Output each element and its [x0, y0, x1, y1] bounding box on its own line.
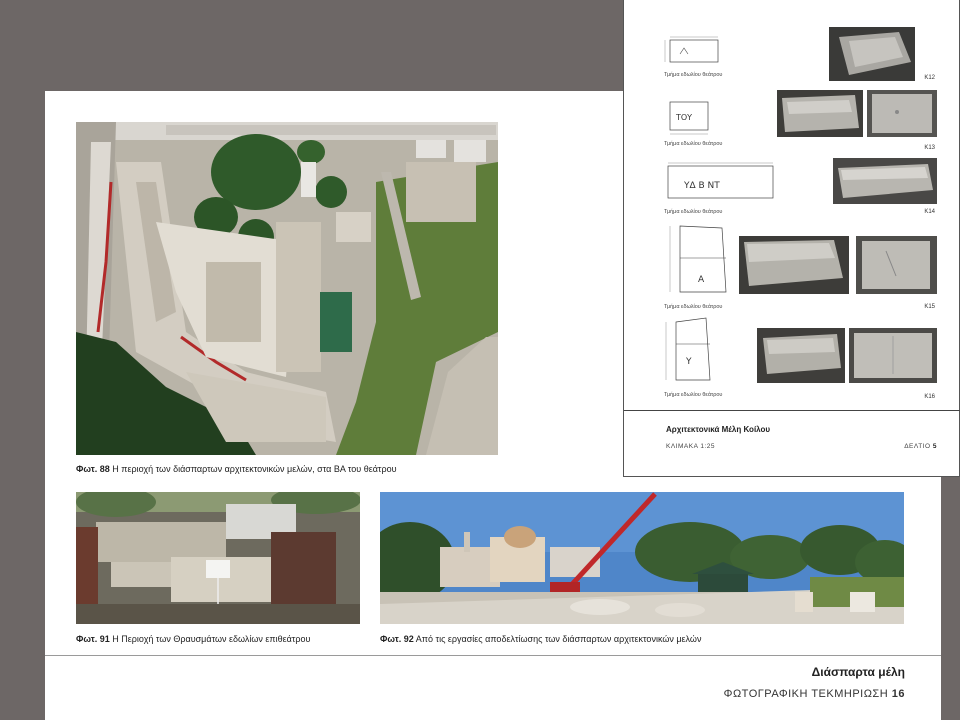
- row-code-k16: Κ16: [924, 394, 935, 400]
- sketch-k14: ΥΔ Β ΝΤ: [662, 160, 782, 204]
- caption-text: Η Περιοχή των Θραυσμάτων εδωλίων επιθεάτ…: [112, 634, 311, 644]
- footer-subtitle: ΦΩΤΟΓΡΑΦΙΚΗ ΤΕΚΜΗΡΙΩΣΗ 16: [724, 688, 905, 700]
- thumb-k14-a: [833, 158, 937, 204]
- footer-section-label: ΦΩΤΟΓΡΑΦΙΚΗ ΤΕΚΜΗΡΙΩΣΗ: [723, 688, 889, 700]
- thumb-k12-a: [829, 27, 915, 81]
- thumb-k15-b: [856, 236, 937, 294]
- inscription-k15: Α: [698, 275, 705, 285]
- row-code-k12: Κ12: [924, 75, 935, 81]
- caption-text: Η περιοχή των διάσπαρτων αρχιτεκτονικών …: [112, 464, 397, 474]
- sheet-scale: ΚΛΙΜΑΚΑ 1:25: [666, 443, 716, 450]
- photo-88-caption: Φωτ. 88 Η περιοχή των διάσπαρτων αρχιτεκ…: [76, 464, 397, 474]
- sketch-k13: ΤΟΥ: [662, 96, 724, 138]
- sheet-label: ΔΕΛΤΙΟ: [904, 443, 931, 450]
- caption-text: Από τις εργασίες αποδελτίωσης των διάσπα…: [415, 634, 702, 644]
- photo-91-caption: Φωτ. 91 Η Περιοχή των Θραυσμάτων εδωλίων…: [76, 634, 310, 644]
- sketch-k12: [662, 34, 724, 66]
- inscription-k16: Υ: [685, 357, 692, 367]
- row-code-k15: Κ15: [924, 304, 935, 310]
- sheet-number-label: ΔΕΛΤΙΟ 5: [904, 443, 937, 450]
- thumb-k13-a: [777, 90, 863, 137]
- aerial-photo-88: [76, 122, 498, 455]
- row-label-k16: Τμήμα εδωλίου θεάτρου: [664, 392, 723, 398]
- row-label-k14: Τμήμα εδωλίου θεάτρου: [664, 209, 723, 215]
- drawing-sheet: Τμήμα εδωλίου θεάτρου Κ12 ΤΟΥ Τμήμα εδωλ…: [623, 0, 960, 477]
- footer-title: Διάσπαρτα μέλη: [811, 665, 905, 679]
- row-code-k14: Κ14: [924, 209, 935, 215]
- photo-92-caption: Φωτ. 92 Από τις εργασίες αποδελτίωσης τω…: [380, 634, 701, 644]
- page-number: 16: [891, 688, 905, 700]
- row-label-k12: Τμήμα εδωλίου θεάτρου: [664, 72, 723, 78]
- footer-divider: [45, 655, 941, 656]
- thumb-k13-b: [867, 90, 937, 137]
- inscription-k13: ΤΟΥ: [675, 113, 692, 122]
- row-code-k13: Κ13: [924, 145, 935, 151]
- sheet-divider: [624, 410, 960, 411]
- sketch-k15: Α: [662, 222, 732, 300]
- thumb-k16-a: [757, 328, 845, 383]
- row-label-k15: Τμήμα εδωλίου θεάτρου: [664, 304, 723, 310]
- fieldwork-photo-92: [380, 492, 904, 624]
- caption-number: Φωτ. 91: [76, 634, 110, 644]
- thumb-k16-b: [849, 328, 937, 383]
- caption-number: Φωτ. 88: [76, 464, 110, 474]
- inscription-k14: ΥΔ Β ΝΤ: [683, 181, 720, 191]
- caption-number: Φωτ. 92: [380, 634, 414, 644]
- fragments-photo-91: [76, 492, 360, 624]
- row-label-k13: Τμήμα εδωλίου θεάτρου: [664, 141, 723, 147]
- thumb-k15-a: [739, 236, 849, 294]
- sketch-k16: Υ: [662, 314, 732, 386]
- sheet-number: 5: [932, 443, 937, 450]
- sheet-title: Αρχιτεκτονικά Μέλη Κοίλου: [666, 425, 771, 434]
